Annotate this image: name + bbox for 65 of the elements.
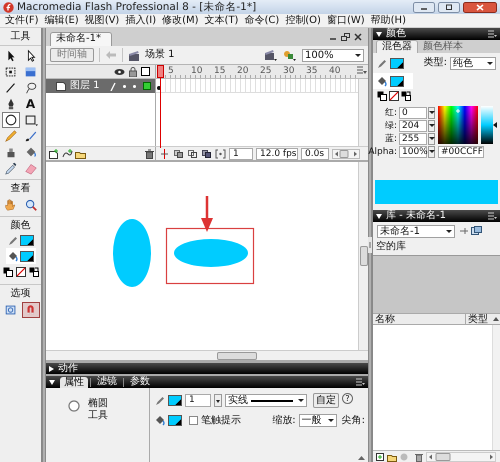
stroke-width-field[interactable]: 1: [185, 394, 211, 407]
frame-number: 40: [329, 66, 342, 78]
tool-name: 椭圆: [88, 398, 108, 410]
menu-item[interactable]: 编辑(E): [42, 14, 82, 26]
checkbox-label: 笔触提示: [201, 414, 241, 426]
channel-field[interactable]: 255: [399, 132, 427, 144]
menu-item[interactable]: 文本(T): [202, 14, 242, 26]
column-header[interactable]: 类型: [466, 314, 492, 324]
library-dropdown[interactable]: 未命名-1: [377, 224, 455, 238]
stroke-style-dropdown[interactable]: 实线: [225, 394, 307, 407]
section-title: 颜色: [0, 216, 41, 232]
custom-button[interactable]: 自定: [313, 393, 339, 408]
scene-label: 场景 1: [145, 49, 175, 61]
menu-item[interactable]: 视图(V): [82, 14, 122, 26]
document-tab[interactable]: 未命名-1*: [50, 32, 112, 46]
field-label: 缩放:: [272, 414, 296, 426]
zoom-dropdown[interactable]: 100%: [302, 48, 364, 62]
frame-number: 10: [191, 66, 204, 78]
window-title: Macromedia Flash Professional 8 - [未命名-1*]: [17, 1, 256, 13]
field-label: 类型:: [424, 57, 447, 69]
frame-number: 25: [260, 66, 272, 78]
menu-item[interactable]: 命令(C): [241, 14, 282, 26]
menu-item[interactable]: 控制(O): [282, 14, 324, 26]
panel-tab[interactable]: 颜色样本: [418, 41, 468, 53]
panel-title: 颜色: [386, 28, 406, 40]
text-tool[interactable]: A: [22, 96, 40, 112]
panel-title: 库 - 未命名-1: [386, 210, 446, 222]
section-title: 查看: [0, 179, 41, 195]
frame-number: 35: [306, 66, 318, 78]
frame-number: 15: [214, 66, 226, 78]
help-icon[interactable]: ?: [342, 393, 353, 404]
menu-item[interactable]: 窗口(W): [324, 14, 368, 26]
menu-item[interactable]: 帮助(H): [368, 14, 409, 26]
frame-number: 20: [237, 66, 250, 78]
elapsed-time-field: 0.0s: [301, 148, 329, 160]
panel-title: 工具: [0, 28, 41, 46]
channel-label: 蓝:: [384, 132, 397, 145]
frame-rate-field: 12.0 fps: [256, 148, 298, 160]
menu-item[interactable]: 修改(M): [159, 14, 202, 26]
panel-tab[interactable]: 参数: [126, 376, 154, 388]
current-frame-field: 1: [229, 148, 253, 160]
panel-title: 动作: [58, 362, 78, 374]
channel-label: 红:: [384, 106, 397, 119]
frame-number: 5: [168, 66, 175, 78]
menu-item[interactable]: 插入(I): [122, 14, 160, 26]
menu-item[interactable]: 文件(F): [2, 14, 42, 26]
channel-field[interactable]: 0: [399, 106, 427, 118]
panel-tab[interactable]: 混色器: [376, 40, 418, 53]
panel-tab[interactable]: 属性: [60, 377, 88, 388]
library-status: 空的库: [375, 240, 407, 254]
tool-name: 工具: [88, 410, 108, 422]
layer-row[interactable]: 图层 1: [46, 79, 156, 93]
timeline-button[interactable]: 时间轴: [50, 48, 94, 62]
section-title: 选项: [0, 284, 41, 300]
channel-label: 绿:: [384, 120, 397, 132]
scale-dropdown[interactable]: 一般: [298, 414, 337, 427]
panel-tab[interactable]: 滤镜: [93, 376, 121, 388]
channel-field[interactable]: 100%: [399, 146, 427, 158]
frame-number: 30: [283, 66, 296, 78]
column-header[interactable]: 名称: [373, 314, 466, 324]
channel-label: Alpha:: [368, 146, 397, 156]
field-label: 尖角:: [342, 414, 365, 426]
type-dropdown[interactable]: 纯色: [450, 56, 496, 70]
hex-field[interactable]: #00CCFF: [438, 146, 484, 158]
channel-field[interactable]: 204: [399, 120, 427, 132]
